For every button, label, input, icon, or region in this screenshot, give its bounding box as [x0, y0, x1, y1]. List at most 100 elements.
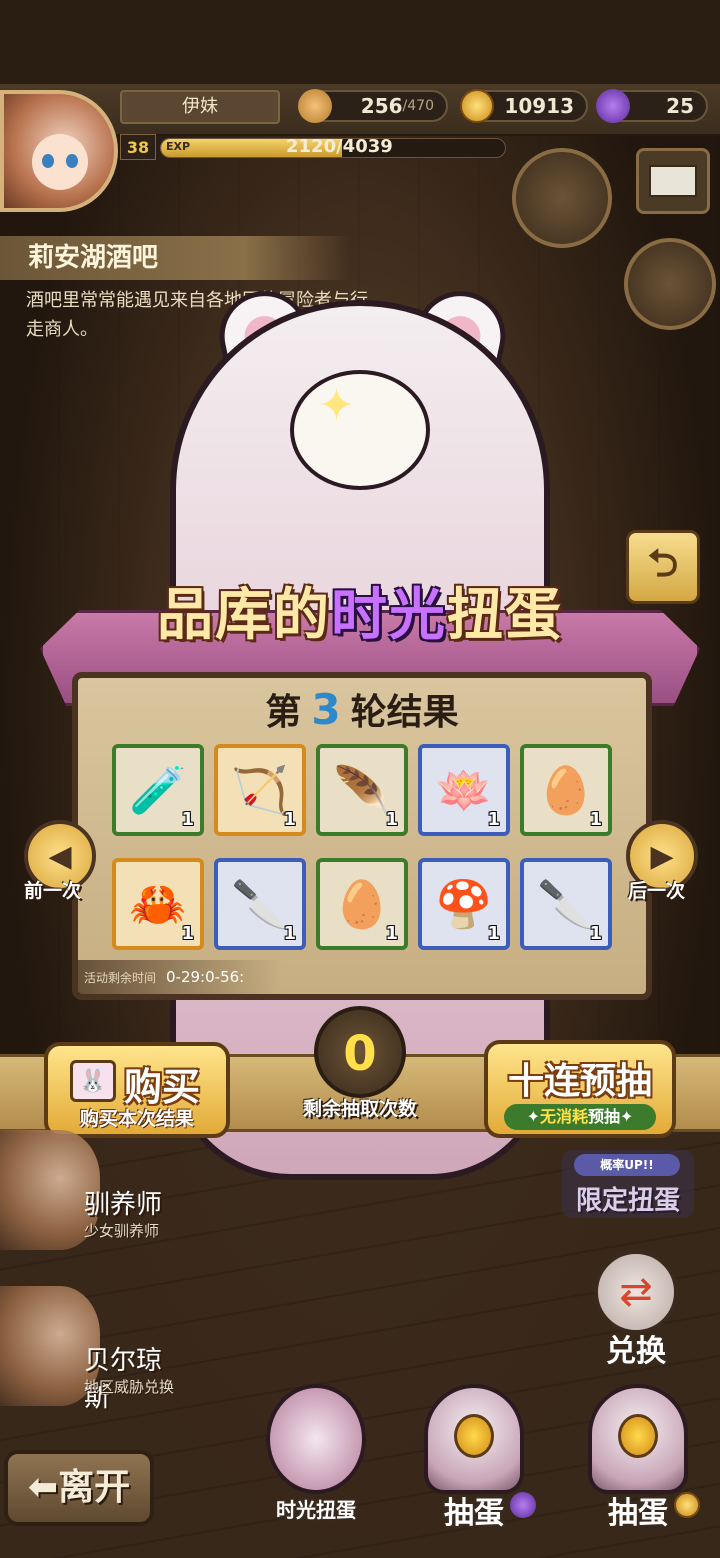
item-count: 1 — [385, 923, 398, 944]
gold-draw-tab[interactable]: 抽蛋 — [568, 1384, 708, 1534]
gold-egg-icon — [618, 1414, 658, 1458]
player-avatar[interactable] — [0, 90, 118, 212]
ten-sub-b: 预抽 — [588, 1107, 621, 1126]
item-icon: 🍄 — [435, 876, 493, 931]
location-title: 莉安湖酒吧 — [0, 236, 350, 280]
back-button[interactable]: ⮌ — [626, 530, 700, 604]
exchange-icon: ⇄ — [594, 1250, 678, 1334]
time-gacha-tab[interactable]: 时光扭蛋 — [246, 1384, 386, 1534]
item-count: 1 — [283, 923, 296, 944]
item-icon: 🧪 — [129, 762, 187, 817]
left-arrow-icon: ◀ — [48, 838, 72, 874]
result-item-slot[interactable]: 🪶 1 — [316, 744, 408, 836]
time-gacha-icon — [266, 1384, 366, 1494]
avatar-face — [32, 134, 88, 190]
player-name: 伊妹 — [120, 90, 280, 124]
round-prefix: 第 — [265, 692, 302, 733]
item-icon: 🔪 — [537, 876, 595, 931]
round-heading: 第 3 轮结果 — [72, 680, 652, 743]
exchange-button[interactable]: ⇄ 兑换 — [576, 1250, 696, 1370]
gold-coin-icon — [674, 1492, 700, 1518]
stamina-value: 256 — [360, 94, 403, 118]
bunny-ticket-icon: 🐰 — [70, 1060, 116, 1102]
timer-value: 0-29:0-56: — [166, 968, 245, 986]
result-item-slot[interactable]: 🧪 1 — [112, 744, 204, 836]
item-icon: 🥚 — [333, 876, 391, 931]
item-count: 1 — [589, 809, 602, 830]
sparkle-icon: ✦ — [318, 380, 355, 431]
result-grid: 🧪 1 🏹 1 🪶 1 🪷 1 🥚 1 🦀 1 🔪 1 🥚 1 🍄 1 🔪 1 — [112, 744, 612, 950]
result-item-slot[interactable]: 🦀 1 — [112, 858, 204, 950]
status-bar-area — [0, 0, 720, 84]
purple-gem-icon — [510, 1492, 536, 1518]
npc-trainer-subtitle: 少女驯养师 — [84, 1222, 160, 1240]
result-item-slot[interactable]: 🥚 1 — [520, 744, 612, 836]
item-count: 1 — [385, 809, 398, 830]
exp-tag: EXP — [166, 140, 191, 153]
backpack-button[interactable] — [624, 238, 716, 330]
buy-label: 购买 — [124, 1065, 201, 1109]
ten-sub-a: 无消耗 — [539, 1107, 588, 1126]
exchange-label: 兑换 — [606, 1334, 666, 1369]
draws-remaining-count: 0 — [314, 1006, 406, 1098]
event-timer: 活动剩余时间 0-29:0-56: — [78, 960, 283, 994]
result-item-slot[interactable]: 🔪 1 — [214, 858, 306, 950]
item-icon: 🪷 — [435, 762, 493, 817]
gem-counter[interactable]: 25 — [596, 89, 708, 123]
buy-sublabel: 购买本次结果 — [79, 1108, 194, 1130]
bunny-mascot — [290, 370, 430, 490]
gacha-title: 品库的时光扭蛋 — [100, 568, 620, 664]
gem-draw-tab[interactable]: 抽蛋 — [404, 1384, 544, 1534]
prev-round-label: 前一次 — [24, 880, 82, 902]
round-suffix: 轮结果 — [350, 692, 459, 733]
item-icon: 🔪 — [231, 876, 289, 931]
stamina-max: /470 — [402, 98, 434, 114]
ten-pull-sublabel: ✦无消耗预抽✦ — [504, 1104, 656, 1130]
limited-gacha-button[interactable]: 概率UP!! 限定扭蛋 — [562, 1150, 694, 1218]
result-item-slot[interactable]: 🪷 1 — [418, 744, 510, 836]
round-number: 3 — [311, 685, 341, 734]
item-count: 1 — [487, 923, 500, 944]
result-item-slot[interactable]: 🍄 1 — [418, 858, 510, 950]
ten-pull-label: 十连预抽 — [507, 1061, 652, 1102]
item-count: 1 — [181, 923, 194, 944]
item-count: 1 — [283, 809, 296, 830]
npc-merchant[interactable]: 贝尔琼斯 地区威胁兑换 — [0, 1286, 180, 1413]
star-icon: ✦ — [620, 1107, 634, 1126]
title-part-b: 时光 — [331, 583, 447, 648]
envelope-icon — [649, 165, 697, 197]
next-round-label: 后一次 — [628, 880, 686, 902]
buy-button[interactable]: 🐰 购买 购买本次结果 — [44, 1042, 230, 1138]
title-part-c: 扭蛋 — [447, 583, 563, 648]
quest-scroll-button[interactable] — [512, 148, 612, 248]
item-count: 1 — [181, 809, 194, 830]
stamina-counter[interactable]: 256/470 — [298, 89, 448, 123]
mail-button[interactable] — [636, 148, 710, 214]
result-item-slot[interactable]: 🏹 1 — [214, 744, 306, 836]
npc-trainer[interactable]: 驯养师 少女驯养师 — [0, 1130, 180, 1250]
item-count: 1 — [487, 809, 500, 830]
exp-text: 2120/4039 — [286, 136, 393, 157]
npc-trainer-name: 驯养师 — [84, 1190, 163, 1220]
gold-egg-icon — [454, 1414, 494, 1458]
item-icon: 🦀 — [129, 876, 187, 931]
ten-pull-preview-button[interactable]: 十连预抽 ✦无消耗预抽✦ — [484, 1040, 676, 1138]
gold-counter[interactable]: 10913 — [460, 89, 588, 123]
timer-label: 活动剩余时间 — [84, 971, 157, 985]
result-item-slot[interactable]: 🥚 1 — [316, 858, 408, 950]
npc-merchant-subtitle: 地区威胁兑换 — [84, 1378, 175, 1396]
limited-gacha-label: 限定扭蛋 — [575, 1186, 680, 1216]
gem-value: 25 — [666, 94, 694, 118]
return-arrow-icon: ⮌ — [647, 540, 679, 585]
leave-button[interactable]: ⬅离开 — [4, 1450, 154, 1526]
player-level: 38 — [120, 134, 156, 160]
item-icon: 🪶 — [333, 762, 391, 817]
item-count: 1 — [589, 923, 602, 944]
right-arrow-icon: ▶ — [650, 838, 674, 874]
item-icon: 🥚 — [537, 762, 595, 817]
gold-coin-icon — [460, 89, 494, 123]
gold-value: 10913 — [504, 94, 574, 118]
time-gacha-label: 时光扭蛋 — [276, 1498, 356, 1522]
result-item-slot[interactable]: 🔪 1 — [520, 858, 612, 950]
title-part-a: 品库的 — [157, 583, 331, 648]
